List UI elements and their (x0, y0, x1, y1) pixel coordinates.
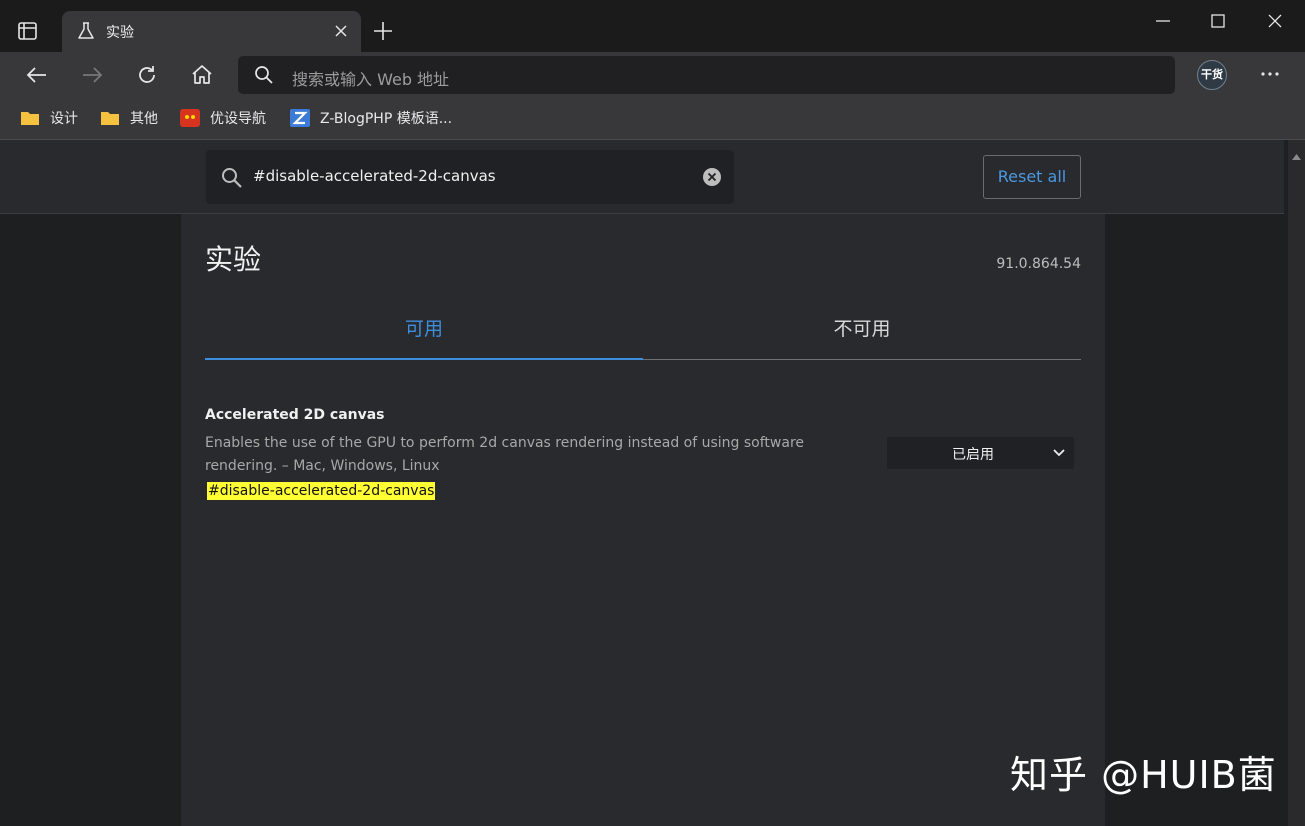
flags-page: #disable-accelerated-2d-canvas Reset all… (0, 140, 1288, 826)
chevron-down-icon (1052, 446, 1066, 460)
bookmark-label: 其他 (130, 111, 158, 127)
bookmark-label: Z-BlogPHP 模板语... (320, 111, 453, 127)
toolbar: 搜索或输入 Web 地址 干货 (0, 52, 1305, 98)
tab-actions-icon[interactable] (14, 17, 42, 45)
back-icon[interactable] (25, 63, 49, 87)
search-icon (254, 65, 274, 85)
address-placeholder: 搜索或输入 Web 地址 (292, 70, 450, 89)
page-title: 实验 (205, 243, 262, 276)
flag-search-input[interactable]: #disable-accelerated-2d-canvas (206, 150, 734, 204)
flag-state-value: 已启用 (952, 447, 994, 463)
youshe-logo-icon (180, 109, 200, 127)
tab-unavailable[interactable]: 不可用 (643, 314, 1081, 341)
flags-panel: 实验 91.0.864.54 可用 不可用 Accelerated 2D can… (181, 214, 1105, 826)
flag-permalink[interactable]: #disable-accelerated-2d-canvas (207, 482, 436, 500)
close-icon[interactable] (331, 21, 351, 41)
plus-icon[interactable] (372, 20, 394, 42)
refresh-icon[interactable] (135, 63, 159, 87)
reset-all-button[interactable]: Reset all (983, 155, 1081, 199)
scroll-up-arrow-icon[interactable] (1292, 146, 1301, 160)
maximize-icon[interactable] (1207, 10, 1229, 32)
window-close-icon[interactable] (1264, 10, 1286, 32)
zblog-logo-icon (290, 109, 310, 127)
bookmark-label: 设计 (50, 111, 78, 127)
tab-experiments[interactable]: 实验 (62, 11, 361, 52)
flag-description: Enables the use of the GPU to perform 2d… (205, 435, 804, 474)
folder-icon (100, 109, 120, 127)
scrollbar[interactable] (1288, 140, 1305, 826)
forward-icon[interactable] (80, 63, 104, 87)
tab-title: 实验 (106, 25, 134, 41)
bookmark-design[interactable]: 设计 (20, 107, 78, 129)
address-bar[interactable]: 搜索或输入 Web 地址 (238, 56, 1175, 94)
title-bar: 实验 (0, 0, 1305, 52)
home-icon[interactable] (190, 63, 214, 87)
bookmarks-bar: 设计 其他 优设导航 Z-BlogPHP 模板语... (0, 98, 1305, 140)
flag-search-value: #disable-accelerated-2d-canvas (253, 167, 496, 185)
bookmark-zblog[interactable]: Z-BlogPHP 模板语... (290, 107, 452, 129)
more-icon[interactable] (1258, 62, 1282, 86)
version-label: 91.0.864.54 (996, 256, 1081, 272)
clear-icon[interactable] (702, 167, 722, 187)
bookmark-label: 优设导航 (210, 111, 266, 127)
flags-tabs: 可用 不可用 (205, 296, 1081, 360)
folder-icon (20, 109, 40, 127)
avatar[interactable]: 干货 (1197, 60, 1227, 90)
flask-icon (76, 21, 96, 41)
tab-available[interactable]: 可用 (205, 314, 643, 341)
bookmark-other[interactable]: 其他 (100, 107, 158, 129)
bookmark-youshe-nav[interactable]: 优设导航 (180, 107, 266, 129)
flags-header: #disable-accelerated-2d-canvas Reset all (0, 140, 1284, 214)
search-icon (220, 166, 244, 190)
flag-name: Accelerated 2D canvas (205, 407, 385, 423)
minimize-icon[interactable] (1152, 10, 1174, 32)
watermark: 知乎 @HUIB菌 (1010, 753, 1277, 797)
active-tab-indicator (205, 358, 643, 360)
flag-state-select[interactable]: 已启用 (887, 437, 1074, 469)
